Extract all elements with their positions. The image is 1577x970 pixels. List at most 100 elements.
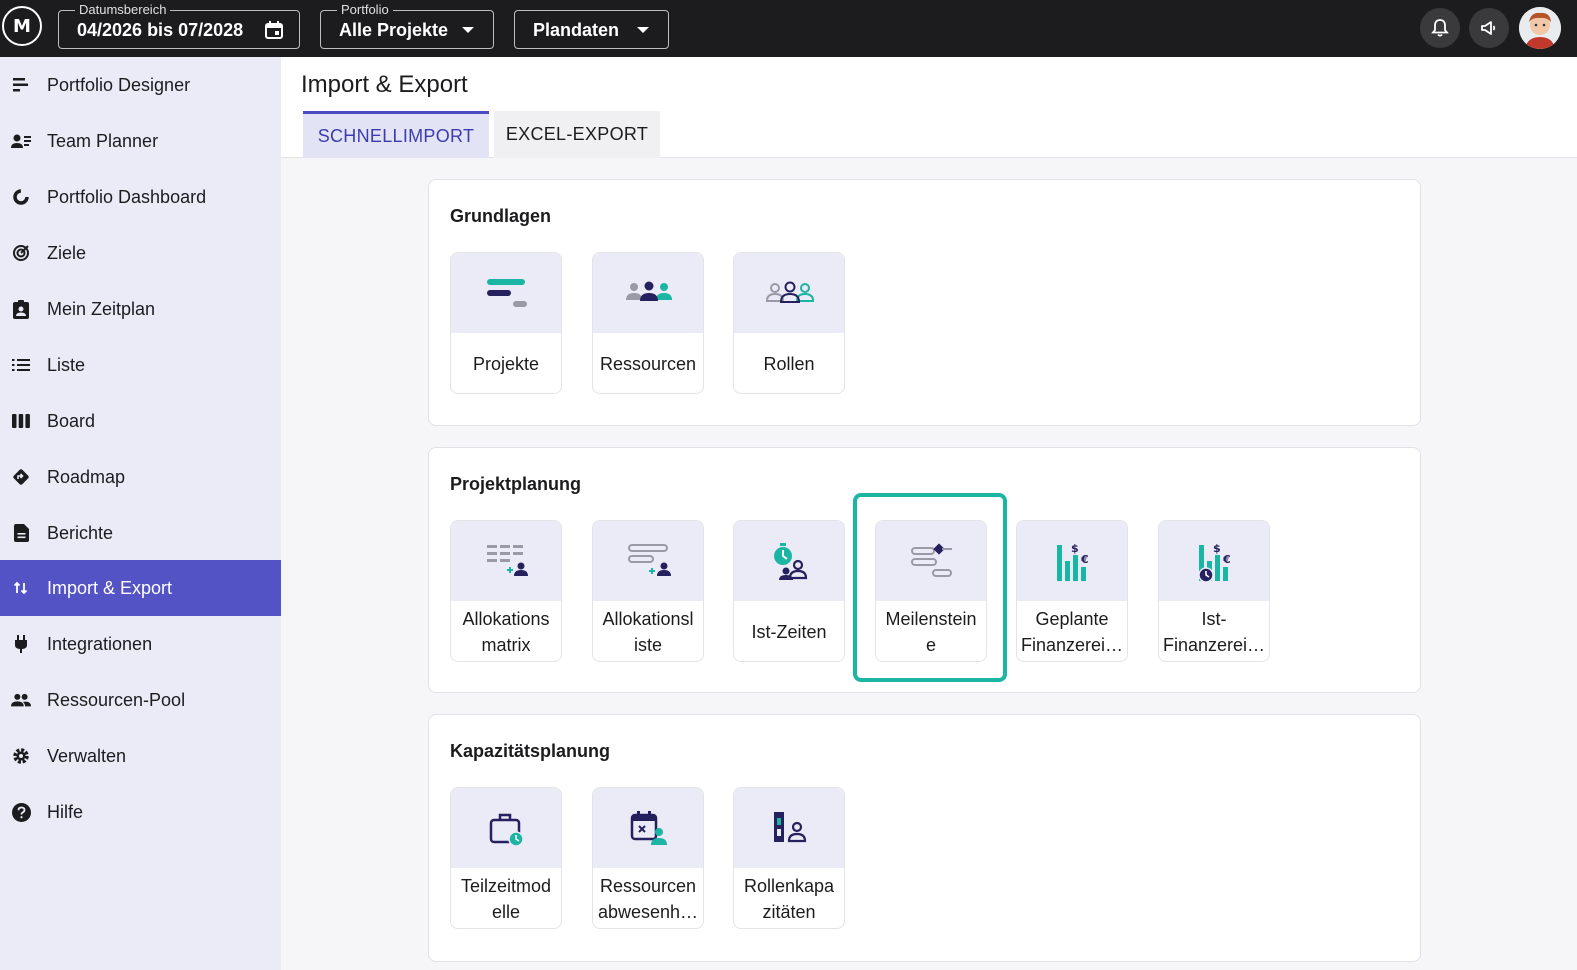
sidebar-item-hilfe[interactable]: Hilfe — [0, 784, 281, 840]
sidebar-item-portfolio-dashboard[interactable]: Portfolio Dashboard — [0, 169, 281, 225]
team-planner-icon — [11, 131, 31, 151]
sidebar-item-ziele[interactable]: Ziele — [0, 225, 281, 281]
sidebar-item-liste[interactable]: Liste — [0, 337, 281, 393]
part-time-icon — [489, 813, 524, 847]
allocation-matrix-icon — [487, 545, 528, 576]
portfolio-designer-icon — [11, 75, 31, 95]
role-capacity-icon — [774, 812, 807, 843]
board-icon — [11, 411, 31, 431]
sidebar-item-label: Team Planner — [47, 130, 159, 151]
sidebar-item-ressourcen-pool[interactable]: Ressourcen-Pool — [0, 672, 281, 728]
plug-icon — [11, 634, 31, 654]
sidebar-item-label: Berichte — [47, 522, 114, 543]
date-range-picker[interactable]: Datumsbereich 04/2026 bis 07/2028 — [58, 2, 300, 49]
sidebar-item-label: Roadmap — [47, 466, 126, 487]
megaphone-icon — [1481, 21, 1496, 35]
app-logo[interactable]: M — [2, 6, 42, 46]
sidebar-item-label: Liste — [47, 354, 86, 375]
tile-label: Rollen — [763, 354, 815, 374]
tile-ist-zeiten[interactable]: Ist-Zeiten — [733, 520, 845, 662]
tile-label: Allokations matrix — [462, 609, 550, 655]
tile-label: Teilzeitmod elle — [460, 876, 552, 922]
roadmap-icon — [11, 467, 31, 487]
help-icon — [11, 802, 31, 822]
sidebar-item-label: Ressourcen-Pool — [47, 689, 186, 710]
tile-label: Projekte — [472, 354, 540, 374]
sidebar-item-label: Board — [47, 410, 96, 431]
tab-excel-export[interactable]: EXCEL-EXPORT — [494, 111, 660, 158]
top-bar: M Datumsbereich 04/2026 bis 07/2028 Port… — [0, 0, 1577, 57]
portfolio-select[interactable]: Portfolio Alle Projekte — [320, 2, 494, 49]
sidebar-item-label: Portfolio Designer — [47, 74, 191, 95]
sidebar-item-roadmap[interactable]: Roadmap — [0, 449, 281, 505]
sidebar-item-label: Mein Zeitplan — [47, 298, 156, 319]
tile-allokationsliste[interactable]: Allokationsl iste — [592, 520, 704, 662]
chevron-down-icon — [457, 19, 479, 41]
sidebar-item-berichte[interactable]: Berichte — [0, 505, 281, 561]
sidebar-item-label: Import & Export — [47, 577, 173, 598]
sidebar-item-verwalten[interactable]: Verwalten — [0, 728, 281, 784]
report-icon — [11, 523, 31, 543]
tile-label: Ist- Finanzerei… — [1162, 609, 1266, 655]
tile-ist-finanzereignisse[interactable]: $ € Ist- Finanzerei… — [1158, 520, 1270, 662]
tile-ressourcen[interactable]: Ressourcen — [592, 252, 704, 394]
sidebar-item-portfolio-designer[interactable]: Portfolio Designer — [0, 57, 281, 113]
date-range-value: 04/2026 bis 07/2028 — [77, 20, 244, 40]
resources-icon — [626, 281, 672, 301]
sidebar-item-board[interactable]: Board — [0, 393, 281, 449]
sidebar: Portfolio Designer Team Planner Portfoli… — [0, 57, 281, 970]
avatar[interactable] — [1519, 7, 1561, 49]
dashboard-icon — [11, 187, 31, 207]
tile-label: Ist-Zeiten — [751, 622, 827, 642]
tile-ressourcenabwesenheiten[interactable]: Ressourcen abwesenh… — [592, 787, 704, 929]
sidebar-item-team-planner[interactable]: Team Planner — [0, 113, 281, 169]
sidebar-item-import-export[interactable]: Import & Export — [0, 560, 281, 616]
announcements-button[interactable] — [1469, 8, 1509, 48]
tile-label: Allokationsl iste — [602, 609, 694, 655]
page-header: Import & Export SCHNELLIMPORT EXCEL-EXPO… — [281, 57, 1577, 158]
roles-icon — [765, 281, 815, 303]
planned-finance-icon: $€ — [1057, 542, 1089, 581]
tile-projekte[interactable]: Projekte — [450, 252, 562, 394]
people-icon — [11, 690, 31, 710]
svg-text:€: € — [1222, 553, 1231, 566]
section-grundlagen: Grundlagen Projekte Ressourcen Rollen — [428, 179, 1421, 426]
tile-label: Geplante Finanzerei… — [1020, 609, 1124, 655]
svg-text:€: € — [1080, 553, 1089, 566]
section-kapazitaetsplanung: Kapazitätsplanung Teilzeitmod elle Ressou… — [428, 714, 1421, 962]
tile-teilzeitmodelle[interactable]: Teilzeitmod elle — [450, 787, 562, 929]
svg-text:$: $ — [1213, 542, 1221, 555]
tab-schnellimport[interactable]: SCHNELLIMPORT — [303, 111, 489, 158]
actual-times-icon — [774, 543, 808, 580]
tile-rollen[interactable]: Rollen — [733, 252, 845, 394]
portfolio-legend: Portfolio — [337, 2, 393, 18]
tile-label: Ressourcen — [599, 354, 697, 374]
svg-text:$: $ — [1071, 542, 1079, 555]
notifications-button[interactable] — [1420, 8, 1460, 48]
sidebar-item-label: Integrationen — [47, 633, 153, 654]
sidebar-item-label: Portfolio Dashboard — [47, 186, 207, 207]
sidebar-item-mein-zeitplan[interactable]: Mein Zeitplan — [0, 281, 281, 337]
logo-text: M — [13, 15, 31, 37]
sidebar-item-integrationen[interactable]: Integrationen — [0, 616, 281, 672]
data-mode-select[interactable]: Plandaten — [514, 10, 669, 49]
bell-icon — [1431, 19, 1449, 37]
tile-rollenkapazitaeten[interactable]: Rollenkapa zitäten — [733, 787, 845, 929]
main-content: Import & Export SCHNELLIMPORT EXCEL-EXPO… — [281, 57, 1577, 970]
target-icon — [11, 243, 31, 263]
gear-icon — [11, 746, 31, 766]
tile-label: Rollenkapa zitäten — [743, 876, 835, 922]
data-mode-value: Plandaten — [533, 20, 620, 40]
portfolio-value: Alle Projekte — [339, 20, 449, 40]
projects-icon — [487, 279, 527, 307]
sidebar-item-label: Hilfe — [47, 801, 84, 822]
section-title: Grundlagen — [450, 206, 552, 226]
calendar-icon — [263, 19, 285, 41]
sidebar-item-label: Verwalten — [47, 745, 127, 766]
import-export-icon — [11, 578, 31, 598]
date-range-legend: Datumsbereich — [75, 2, 171, 18]
tile-allokationsmatrix[interactable]: Allokations matrix — [450, 520, 562, 662]
section-title: Projektplanung — [450, 474, 582, 494]
tile-geplante-finanzereignisse[interactable]: $ € Geplante Finanzerei… — [1016, 520, 1128, 662]
absence-icon — [630, 811, 667, 845]
